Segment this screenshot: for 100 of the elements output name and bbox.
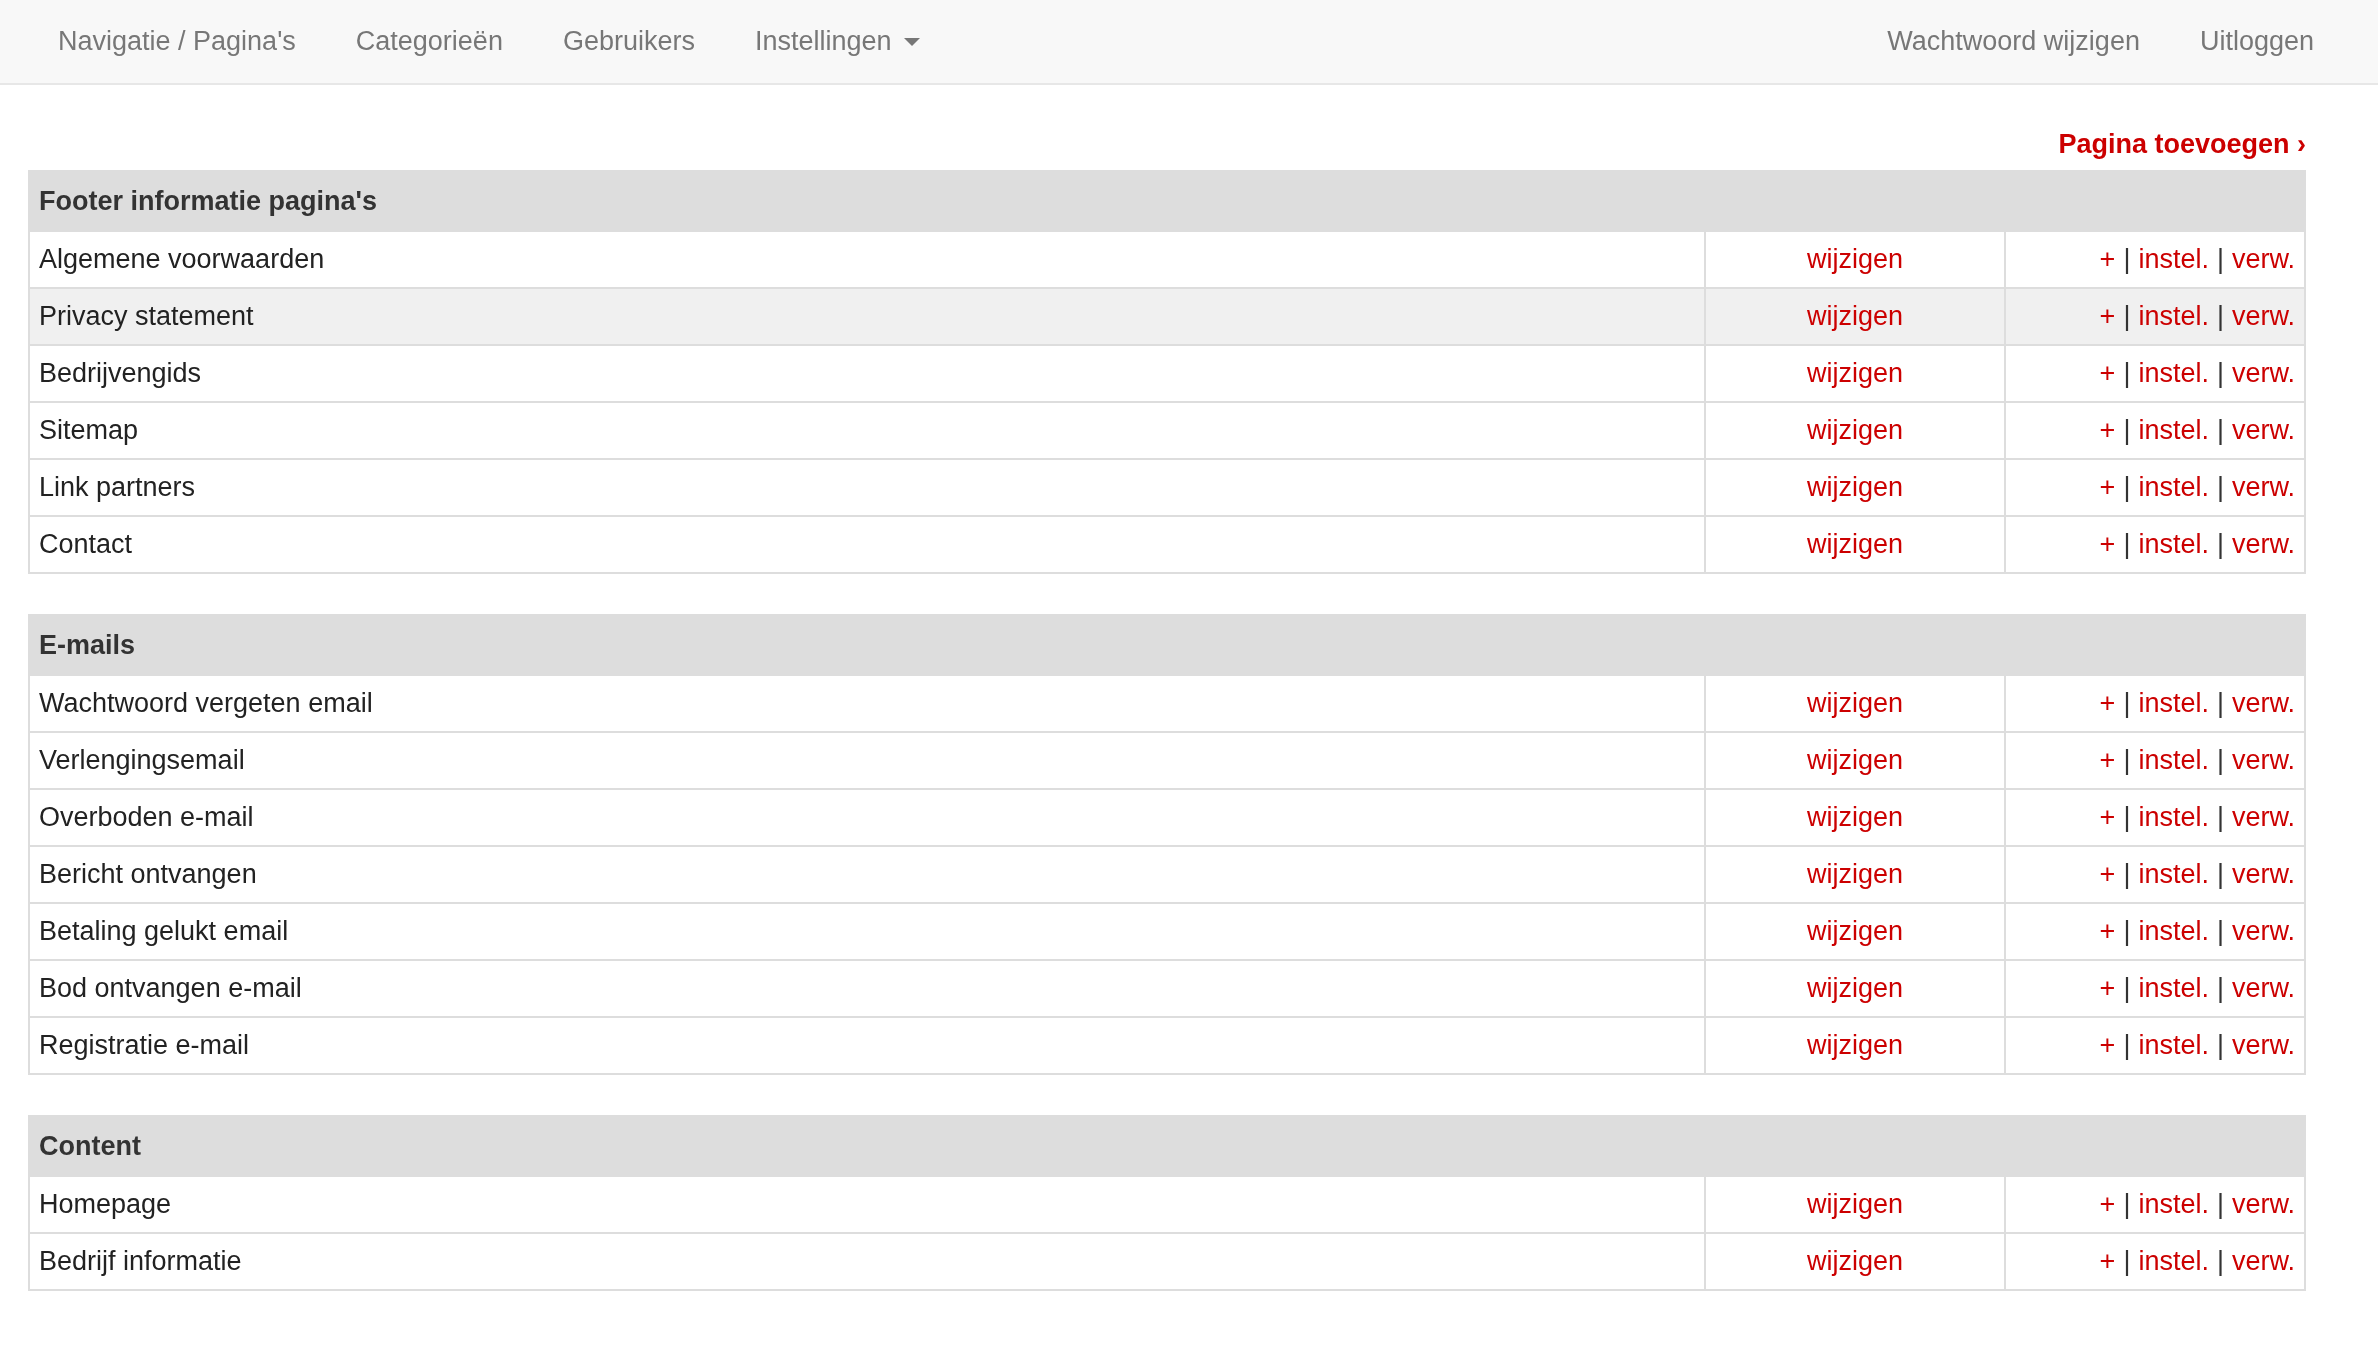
dropdown-menu[interactable]: Instellingen [724, 0, 950, 83]
add-page-link[interactable]: Pagina toevoegen › [2058, 129, 2306, 160]
action-link[interactable]: instel. [2138, 415, 2209, 445]
action-link[interactable]: instel. [2138, 973, 2209, 1003]
action-link[interactable]: + [2099, 358, 2116, 388]
table-cell: Homepage [29, 1176, 1705, 1233]
action-link[interactable]: verw. [2231, 745, 2295, 775]
separator: | [2123, 916, 2131, 946]
edit-link[interactable]: wijzigen [1806, 301, 1903, 331]
action-link[interactable]: instel. [2138, 1246, 2209, 1276]
table-cell: Bod ontvangen e-mail [29, 960, 1705, 1017]
edit-link[interactable]: wijzigen [1806, 802, 1903, 832]
action-link[interactable]: instel. [2138, 745, 2209, 775]
nav-link[interactable]: Uitloggen [2169, 0, 2344, 83]
edit-link[interactable]: wijzigen [1806, 472, 1903, 502]
action-link[interactable]: verw. [2231, 415, 2295, 445]
edit-link[interactable]: wijzigen [1806, 1189, 1903, 1219]
action-link[interactable]: verw. [2231, 472, 2295, 502]
edit-link[interactable]: wijzigen [1806, 916, 1903, 946]
nav-link[interactable]: Wachtwoord wijzigen [1857, 0, 2170, 83]
separator: | [2123, 859, 2131, 889]
action-link[interactable]: + [2099, 301, 2116, 331]
section-header: Footer informatie pagina's [29, 171, 2305, 231]
action-link[interactable]: verw. [2231, 916, 2295, 946]
separator: | [2216, 1189, 2224, 1219]
edit-link[interactable]: wijzigen [1806, 415, 1903, 445]
separator: | [2123, 802, 2131, 832]
separator: | [2216, 529, 2224, 559]
action-link[interactable]: instel. [2138, 358, 2209, 388]
section-header: Content [29, 1116, 2305, 1176]
section-header: E-mails [29, 615, 2305, 675]
action-link[interactable]: verw. [2231, 973, 2295, 1003]
action-link[interactable]: verw. [2231, 358, 2295, 388]
edit-link[interactable]: wijzigen [1806, 1246, 1903, 1276]
separator: | [2123, 1246, 2131, 1276]
action-link[interactable]: verw. [2231, 529, 2295, 559]
separator: | [2216, 802, 2224, 832]
action-link[interactable]: + [2099, 1246, 2116, 1276]
separator: | [2216, 859, 2224, 889]
table-cell: Registratie e-mail [29, 1017, 1705, 1074]
table-cell: Sitemap [29, 402, 1705, 459]
action-link[interactable]: instel. [2138, 1030, 2209, 1060]
action-link[interactable]: verw. [2231, 802, 2295, 832]
action-link[interactable]: + [2099, 859, 2116, 889]
action-link[interactable]: instel. [2138, 244, 2209, 274]
nav-link[interactable]: Categorieën [325, 0, 533, 83]
edit-link[interactable]: wijzigen [1806, 688, 1903, 718]
action-link[interactable]: + [2099, 688, 2116, 718]
action-link[interactable]: instel. [2138, 859, 2209, 889]
action-link[interactable]: + [2099, 916, 2116, 946]
action-link[interactable]: + [2099, 802, 2116, 832]
separator: | [2216, 244, 2224, 274]
action-link[interactable]: instel. [2138, 1189, 2209, 1219]
edit-link[interactable]: wijzigen [1806, 973, 1903, 1003]
action-link[interactable]: verw. [2231, 1030, 2295, 1060]
table-cell: Bedrijvengids [29, 345, 1705, 402]
table-cell: Link partners [29, 459, 1705, 516]
edit-link[interactable]: wijzigen [1806, 859, 1903, 889]
separator: | [2216, 415, 2224, 445]
action-link[interactable]: verw. [2231, 859, 2295, 889]
separator: | [2123, 529, 2131, 559]
separator: | [2123, 1030, 2131, 1060]
action-link[interactable]: verw. [2231, 301, 2295, 331]
edit-link[interactable]: wijzigen [1806, 529, 1903, 559]
table-cell: Betaling gelukt email [29, 903, 1705, 960]
action-link[interactable]: + [2099, 1030, 2116, 1060]
edit-link[interactable]: wijzigen [1806, 244, 1903, 274]
action-link[interactable]: + [2099, 973, 2116, 1003]
table-cell: Contact [29, 516, 1705, 573]
action-link[interactable]: verw. [2231, 1189, 2295, 1219]
nav-link[interactable]: Gebruikers [532, 0, 725, 83]
action-link[interactable]: + [2099, 1189, 2116, 1219]
separator: | [2216, 916, 2224, 946]
action-link[interactable]: + [2099, 472, 2116, 502]
nav-link[interactable]: Navigatie / Pagina's [28, 0, 326, 83]
action-link[interactable]: verw. [2231, 688, 2295, 718]
action-link[interactable]: instel. [2138, 916, 2209, 946]
action-link[interactable]: instel. [2138, 529, 2209, 559]
action-link[interactable]: instel. [2138, 472, 2209, 502]
action-link[interactable]: + [2099, 745, 2116, 775]
edit-link[interactable]: wijzigen [1806, 1030, 1903, 1060]
table-cell: Privacy statement [29, 288, 1705, 345]
separator: | [2216, 301, 2224, 331]
separator: | [2123, 358, 2131, 388]
action-link[interactable]: + [2099, 415, 2116, 445]
action-link[interactable]: verw. [2231, 244, 2295, 274]
edit-link[interactable]: wijzigen [1806, 745, 1903, 775]
separator: | [2123, 973, 2131, 1003]
separator: | [2123, 301, 2131, 331]
action-link[interactable]: + [2099, 244, 2116, 274]
edit-link[interactable]: wijzigen [1806, 358, 1903, 388]
action-link[interactable]: instel. [2138, 802, 2209, 832]
separator: | [2123, 688, 2131, 718]
action-link[interactable]: verw. [2231, 1246, 2295, 1276]
action-link[interactable]: instel. [2138, 688, 2209, 718]
action-link[interactable]: + [2099, 529, 2116, 559]
caret-icon [903, 37, 920, 46]
separator: | [2216, 745, 2224, 775]
action-link[interactable]: instel. [2138, 301, 2209, 331]
separator: | [2123, 745, 2131, 775]
